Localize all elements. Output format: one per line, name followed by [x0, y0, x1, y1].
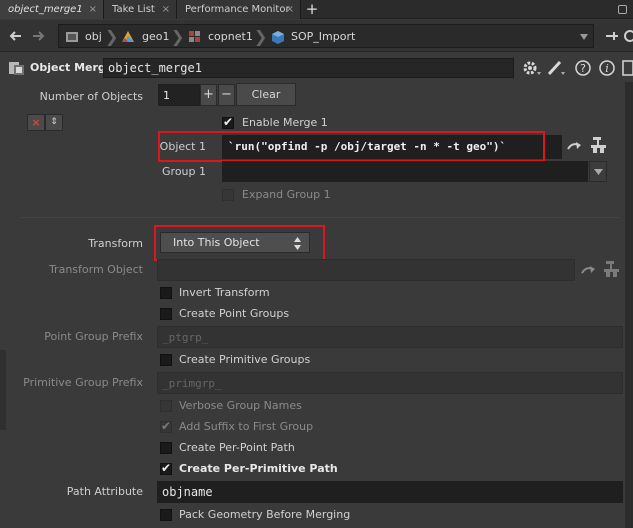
pack-geometry-label: Pack Geometry Before Merging: [179, 508, 351, 521]
create-point-groups-checkbox[interactable]: [160, 308, 172, 320]
tab-object-merge1[interactable]: object_merge1 ×: [0, 0, 104, 19]
breadcrumb[interactable]: obj ❯ geo1 ❯ copnet1 ❯ SOP_Import: [58, 24, 594, 48]
parameter-header: Object Merge object_merge1 ? i: [0, 54, 633, 82]
number-of-objects-field[interactable]: 1: [158, 84, 200, 106]
breadcrumb-separator: ❯: [105, 27, 119, 46]
add-suffix-label: Add Suffix to First Group: [179, 420, 314, 433]
close-icon[interactable]: ×: [89, 0, 97, 19]
add-tab-button[interactable]: +: [305, 0, 319, 19]
breadcrumb-copnet1[interactable]: copnet1: [208, 30, 253, 44]
transform-highlight: [154, 225, 325, 261]
tab-label: Performance Monitor: [185, 4, 290, 15]
link-icon[interactable]: [624, 28, 633, 44]
point-group-prefix-label: Point Group Prefix: [44, 330, 143, 343]
enable-merge-label: Enable Merge 1: [242, 116, 328, 129]
pin-icon[interactable]: [604, 28, 620, 44]
enable-merge-checkbox[interactable]: ✔: [222, 115, 234, 129]
add-object-button[interactable]: +: [200, 84, 217, 106]
path-bar: obj ❯ geo1 ❯ copnet1 ❯ SOP_Import: [0, 20, 633, 52]
transform-object-label: Transform Object: [48, 263, 143, 276]
node-chooser-icon[interactable]: [603, 259, 621, 279]
object-merge-icon: [9, 62, 24, 75]
close-icon[interactable]: ×: [162, 0, 170, 19]
create-per-point-path-checkbox[interactable]: [160, 442, 172, 454]
primitive-group-prefix-input[interactable]: _primgrp_: [157, 372, 623, 394]
brush-icon[interactable]: [546, 59, 566, 77]
point-group-prefix-value: _ptgrp_: [162, 331, 209, 344]
breadcrumb-separator: ❯: [254, 27, 268, 46]
svg-text:i: i: [605, 62, 609, 75]
insert-instance-icon[interactable]: ⇕: [45, 114, 63, 131]
back-arrow-icon[interactable]: [8, 29, 22, 43]
path-attribute-input[interactable]: objname: [157, 481, 623, 503]
group1-label: Group 1: [162, 165, 206, 178]
tab-performance-monitor[interactable]: Performance Monitor ×: [177, 0, 301, 19]
jump-to-node-icon[interactable]: [566, 139, 582, 153]
chevron-down-icon[interactable]: [579, 33, 589, 41]
breadcrumb-geo1[interactable]: geo1: [142, 30, 169, 44]
breadcrumb-obj[interactable]: obj: [85, 30, 102, 44]
group1-input[interactable]: [222, 161, 588, 182]
create-per-primitive-path-checkbox[interactable]: ✔: [160, 461, 172, 475]
help-icon[interactable]: ?: [574, 59, 592, 77]
breadcrumb-separator: ❯: [171, 27, 185, 46]
tab-label: object_merge1: [8, 4, 83, 15]
transform-object-input[interactable]: [157, 259, 575, 281]
info-icon[interactable]: i: [598, 59, 616, 77]
pack-geometry-checkbox[interactable]: [160, 509, 172, 521]
object1-highlight: [158, 131, 545, 162]
group1-dropdown[interactable]: [589, 161, 607, 182]
tab-bar: object_merge1 × Take List × Performance …: [0, 0, 633, 19]
forward-arrow-icon[interactable]: [32, 29, 46, 43]
node-chooser-icon[interactable]: [590, 135, 608, 155]
tab-label: Take List: [112, 4, 155, 15]
section-divider: [20, 217, 620, 218]
scrollbar[interactable]: [625, 82, 633, 528]
number-of-objects-label: Number of Objects: [39, 90, 143, 103]
node-name-input[interactable]: object_merge1: [103, 58, 514, 78]
clear-button[interactable]: Clear: [236, 83, 296, 106]
expand-group-checkbox[interactable]: [222, 189, 234, 201]
primitive-group-prefix-label: Primitive Group Prefix: [23, 376, 143, 389]
copnet-icon: [189, 31, 200, 42]
create-per-primitive-path-label: Create Per-Primitive Path: [179, 462, 338, 475]
create-point-groups-label: Create Point Groups: [179, 307, 290, 320]
node-type-label: Object Merge: [30, 61, 114, 74]
chevron-down-icon: [594, 169, 603, 175]
create-primitive-groups-checkbox[interactable]: [160, 354, 172, 366]
gear-icon[interactable]: [522, 59, 542, 77]
verbose-group-names-label: Verbose Group Names: [179, 399, 302, 412]
jump-to-node-icon[interactable]: [580, 263, 596, 277]
geo-icon: [122, 31, 134, 42]
invert-transform-checkbox[interactable]: [160, 287, 172, 299]
parameter-panel: Number of Objects 1 + − Clear × ⇕ ✔ Enab…: [0, 82, 625, 528]
number-of-objects-value: 1: [163, 89, 170, 102]
transform-label: Transform: [88, 237, 143, 250]
verbose-group-names-checkbox[interactable]: [160, 400, 172, 412]
add-suffix-checkbox[interactable]: ✔: [160, 419, 172, 433]
breadcrumb-sop-import[interactable]: SOP_Import: [291, 30, 355, 44]
path-attribute-value: objname: [162, 485, 213, 499]
obj-network-icon: [66, 32, 78, 42]
pane-icon[interactable]: [622, 60, 633, 76]
create-per-point-path-label: Create Per-Point Path: [179, 441, 295, 454]
primitive-group-prefix-value: _primgrp_: [162, 377, 222, 390]
close-icon[interactable]: ×: [286, 0, 294, 19]
create-primitive-groups-label: Create Primitive Groups: [179, 353, 311, 366]
path-attribute-label: Path Attribute: [66, 485, 143, 498]
svg-text:?: ?: [580, 62, 586, 75]
remove-object-button[interactable]: −: [218, 84, 235, 106]
invert-transform-label: Invert Transform: [179, 286, 270, 299]
remove-instance-icon[interactable]: ×: [27, 114, 45, 131]
tab-take-list[interactable]: Take List ×: [104, 0, 177, 19]
sop-import-icon: [272, 31, 284, 44]
resize-handle[interactable]: [0, 350, 6, 430]
point-group-prefix-input[interactable]: _ptgrp_: [157, 326, 623, 348]
expand-group-label: Expand Group 1: [242, 188, 331, 201]
pane-menu-icon[interactable]: [618, 5, 627, 14]
